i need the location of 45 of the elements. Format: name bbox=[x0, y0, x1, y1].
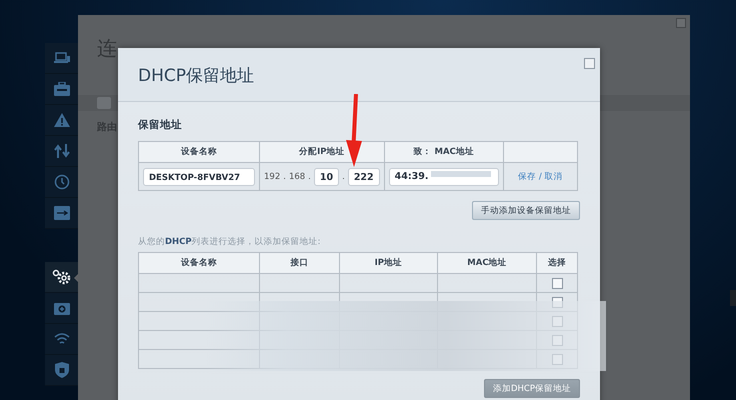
ip-octet: 192 bbox=[264, 172, 280, 182]
transfer-icon[interactable] bbox=[54, 143, 70, 159]
link-separator: / bbox=[538, 172, 542, 182]
close-icon[interactable] bbox=[676, 18, 686, 28]
mac-value: 44:39. bbox=[394, 170, 429, 184]
device-name-field[interactable]: DESKTOP-8FVBV27 bbox=[143, 168, 255, 186]
wifi-icon[interactable] bbox=[54, 332, 70, 346]
toolbox-icon[interactable] bbox=[54, 82, 70, 96]
save-link[interactable]: 保存 bbox=[518, 172, 536, 182]
column-header: 设备名称 bbox=[138, 252, 260, 274]
hint-text: 从您的DHCP列表进行选择，以添加保留地址: bbox=[138, 236, 322, 248]
clock-icon[interactable] bbox=[54, 174, 70, 190]
laptop-icon[interactable] bbox=[54, 52, 70, 64]
checkbox[interactable] bbox=[552, 354, 563, 364]
dialog-title: DHCP保留地址 bbox=[138, 65, 255, 87]
ip-octet-field[interactable]: 222 bbox=[348, 168, 380, 186]
checkbox[interactable] bbox=[552, 296, 563, 308]
ip-separator: . bbox=[283, 172, 286, 182]
manual-add-button[interactable]: 手动添加设备保留地址 bbox=[472, 201, 580, 220]
settings-icon[interactable] bbox=[52, 269, 72, 285]
ip-separator: . bbox=[308, 172, 311, 182]
mac-field[interactable]: 44:39. bbox=[388, 168, 499, 186]
column-header: 接口 bbox=[260, 252, 340, 274]
shield-icon[interactable] bbox=[54, 362, 68, 378]
checkbox[interactable] bbox=[552, 316, 563, 326]
ip-separator: . bbox=[342, 172, 345, 182]
column-header: IP地址 bbox=[340, 252, 438, 274]
column-header: MAC地址 bbox=[437, 252, 537, 274]
medkit-icon[interactable] bbox=[54, 301, 70, 315]
ip-octet-field[interactable]: 10 bbox=[314, 168, 340, 186]
section-title: 保留地址 bbox=[138, 118, 183, 132]
column-header: 选择 bbox=[536, 252, 578, 274]
warning-icon[interactable] bbox=[54, 113, 70, 127]
column-header: 致： MAC地址 bbox=[384, 142, 504, 162]
checkbox[interactable] bbox=[552, 334, 563, 346]
ip-octet: 168 bbox=[288, 172, 306, 182]
sidebar-item[interactable] bbox=[45, 262, 78, 293]
drag-handle[interactable] bbox=[730, 290, 736, 306]
close-icon[interactable] bbox=[584, 58, 595, 69]
blurred-area bbox=[430, 170, 491, 176]
checkbox[interactable] bbox=[552, 278, 563, 288]
usb-icon[interactable] bbox=[54, 206, 70, 220]
column-header: 分配IP地址 bbox=[260, 142, 384, 162]
column-header: 设备名称 bbox=[138, 142, 260, 162]
cancel-link[interactable]: 取消 bbox=[544, 172, 562, 182]
